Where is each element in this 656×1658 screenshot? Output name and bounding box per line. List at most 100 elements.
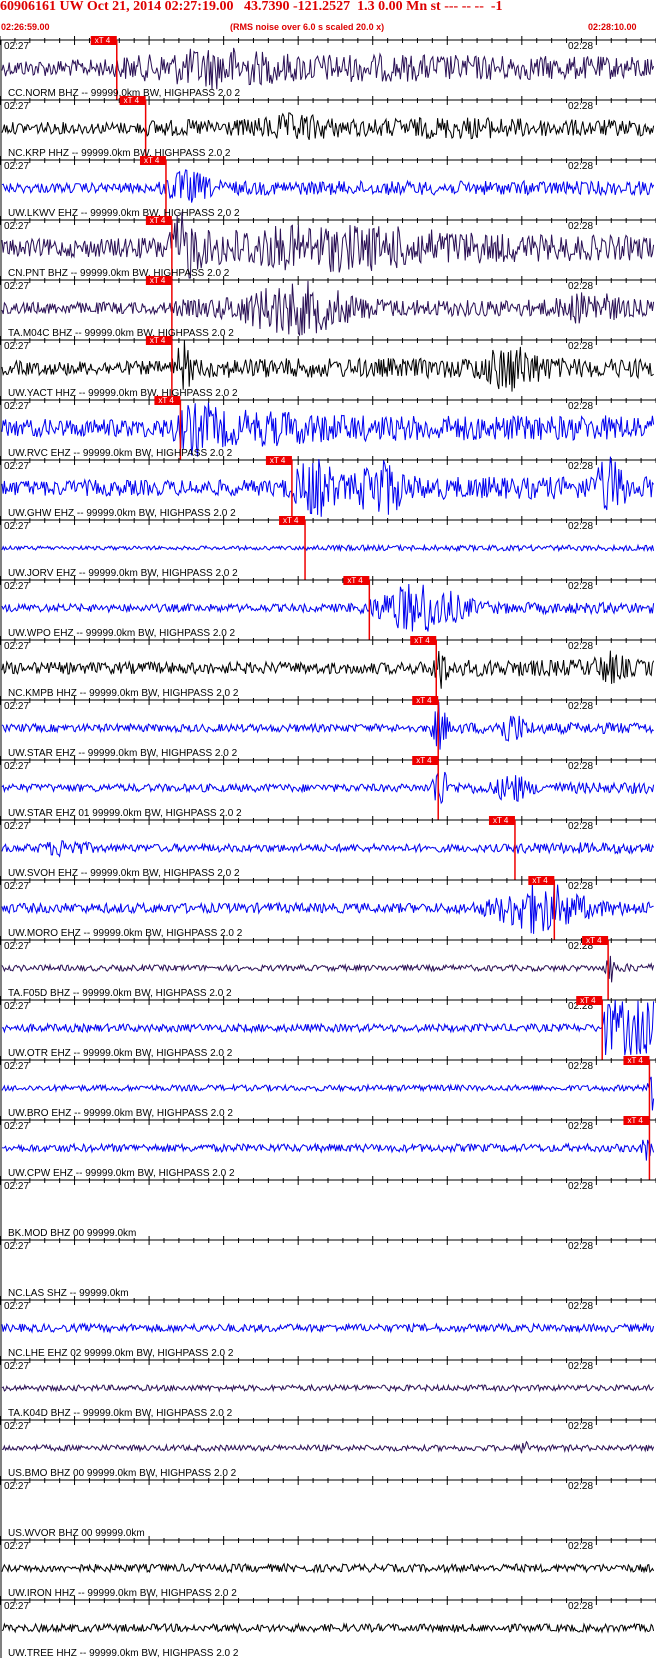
pick-flag-label: xT 4: [144, 156, 160, 165]
station-label: UW.RVC EHZ -- 99999.0km BW, HIGHPASS 2.0…: [8, 448, 233, 459]
waveform: [1, 112, 655, 140]
station-label: UW.IRON HHZ -- 99999.0km BW, HIGHPASS 2.…: [8, 1588, 237, 1599]
pick-flag-label: xT 4: [627, 1116, 643, 1125]
time-label-right: 02:28: [568, 1481, 593, 1492]
time-label-right: 02:28: [568, 761, 593, 772]
time-label-left: 02:27: [4, 1061, 29, 1072]
time-label-left: 02:27: [4, 1001, 29, 1012]
station-label: UW.WPO EHZ -- 99999.0km BW, HIGHPASS 2.0…: [8, 628, 236, 639]
waveform: [1, 280, 655, 337]
waveform: [1, 583, 655, 632]
waveform: [1, 771, 655, 805]
time-label-right: 02:28: [568, 1181, 593, 1192]
time-label-left: 02:27: [4, 1541, 29, 1552]
station-label: TA.F05D BHZ -- 99999.0km BW, HIGHPASS 2.…: [8, 988, 232, 999]
waveform: [1, 955, 655, 983]
time-label-left: 02:27: [4, 101, 29, 112]
station-label: TA.K04D BHZ -- 99999.0km BW, HIGHPASS 2.…: [8, 1408, 233, 1419]
station-label: UW.CPW EHZ -- 99999.0km BW, HIGHPASS 2.0…: [8, 1168, 235, 1179]
time-label-left: 02:27: [4, 461, 29, 472]
station-label: UW.TREE HHZ -- 99999.0km BW, HIGHPASS 2.…: [8, 1648, 239, 1658]
pick-flag-label: xT 4: [414, 636, 430, 645]
waveform: [1, 543, 655, 553]
pick-flag-label: xT 4: [627, 1056, 643, 1065]
pick-flag-label: xT 4: [580, 996, 596, 1005]
time-label-left: 02:27: [4, 221, 29, 232]
pick-flag-label: xT 4: [416, 696, 432, 705]
time-label-right: 02:28: [568, 881, 593, 892]
time-label-left: 02:27: [4, 41, 29, 52]
time-label-right: 02:28: [568, 1301, 593, 1312]
time-label-left: 02:27: [4, 1601, 29, 1612]
time-label-right: 02:28: [568, 1121, 593, 1132]
pick-flag-label: xT 4: [347, 576, 363, 585]
time-label-right: 02:28: [568, 281, 593, 292]
time-label-right: 02:28: [568, 341, 593, 352]
time-label-right: 02:28: [568, 1061, 593, 1072]
time-label-right: 02:28: [568, 1601, 593, 1612]
waveform: [1, 340, 654, 392]
waveform: [1, 1000, 655, 1056]
pick-flag-label: xT 4: [586, 936, 602, 945]
waveform: [1, 1139, 655, 1161]
waveform: [1, 840, 655, 858]
waveform: [1, 1322, 655, 1334]
time-label-left: 02:27: [4, 281, 29, 292]
waveform: [1, 169, 655, 203]
station-label: TA.M04C BHZ -- 99999.0km BW, HIGHPASS 2.…: [8, 328, 234, 339]
pick-flag-label: xT 4: [150, 216, 166, 225]
waveform: [1, 1622, 655, 1634]
waveform: [1, 650, 655, 689]
time-label-left: 02:27: [4, 341, 29, 352]
station-label: UW.OTR EHZ -- 99999.0km BW, HIGHPASS 2.0…: [8, 1048, 233, 1059]
station-label: UW.YACT HHZ -- 99999.0km BW, HIGHPASS 2.…: [8, 388, 238, 399]
pick-flag-label: xT 4: [532, 876, 548, 885]
pick-flag-label: xT 4: [158, 396, 174, 405]
pick-flag-label: xT 4: [493, 816, 509, 825]
time-label-right: 02:28: [568, 1361, 593, 1372]
time-label-right: 02:28: [568, 701, 593, 712]
time-label-left: 02:27: [4, 1181, 29, 1192]
pick-flag-label: xT 4: [124, 96, 140, 105]
time-label-right: 02:28: [568, 1421, 593, 1432]
time-label-right: 02:28: [568, 401, 593, 412]
time-label-left: 02:27: [4, 761, 29, 772]
pick-flag-label: xT 4: [283, 516, 299, 525]
time-label-right: 02:28: [568, 461, 593, 472]
station-label: NC.LHE EHZ 02 99999.0km BW, HIGHPASS 2.0…: [8, 1348, 234, 1359]
station-label: NC.LAS SHZ -- 99999.0km: [8, 1288, 129, 1299]
station-label: CN.PNT BHZ -- 99999.0km BW, HIGHPASS 2.0…: [8, 268, 230, 279]
time-label-left: 02:27: [4, 521, 29, 532]
time-label-right: 02:28: [568, 821, 593, 832]
time-label-left: 02:27: [4, 941, 29, 952]
pick-flag-label: xT 4: [150, 276, 166, 285]
seismogram-panel: 02:27 02:28xT 4CC.NORM BHZ -- 99999.0km B…: [0, 36, 656, 1658]
waveform: [1, 1076, 655, 1111]
waveform: [1, 702, 654, 750]
waveform: [1, 882, 654, 934]
time-label-right: 02:28: [568, 1541, 593, 1552]
waveform: [1, 1383, 654, 1393]
time-label-left: 02:27: [4, 821, 29, 832]
time-label-right: 02:28: [568, 521, 593, 532]
station-label: UW.JORV EHZ -- 99999.0km BW, HIGHPASS 2.…: [8, 568, 238, 579]
time-label-left: 02:27: [4, 161, 29, 172]
waveform: [1, 47, 655, 90]
station-label: UW.SVOH EHZ -- 99999.0km BW, HIGHPASS 2.…: [8, 868, 240, 879]
station-label: UW.STAR EHZ -- 99999.0km BW, HIGHPASS 2.…: [8, 748, 238, 759]
time-label-right: 02:28: [568, 41, 593, 52]
time-label-right: 02:28: [568, 641, 593, 652]
pick-flag-label: xT 4: [270, 456, 286, 465]
time-label-left: 02:27: [4, 581, 29, 592]
station-label: UW.MORO EHZ -- 99999.0km BW, HIGHPASS 2.…: [8, 928, 243, 939]
time-label-left: 02:27: [4, 881, 29, 892]
time-label-right: 02:28: [568, 101, 593, 112]
time-label-left: 02:27: [4, 1241, 29, 1252]
pick-flag-label: xT 4: [150, 336, 166, 345]
station-label: US.BMO BHZ 00 99999.0km BW, HIGHPASS 2.0…: [8, 1468, 237, 1479]
time-label-left: 02:27: [4, 641, 29, 652]
station-label: NC.KMPB HHZ -- 99999.0km BW, HIGHPASS 2.…: [8, 688, 239, 699]
station-label: UW.STAR EHZ 01 99999.0km BW, HIGHPASS 2.…: [8, 808, 242, 819]
time-label-left: 02:27: [4, 401, 29, 412]
time-label-right: 02:28: [568, 1241, 593, 1252]
